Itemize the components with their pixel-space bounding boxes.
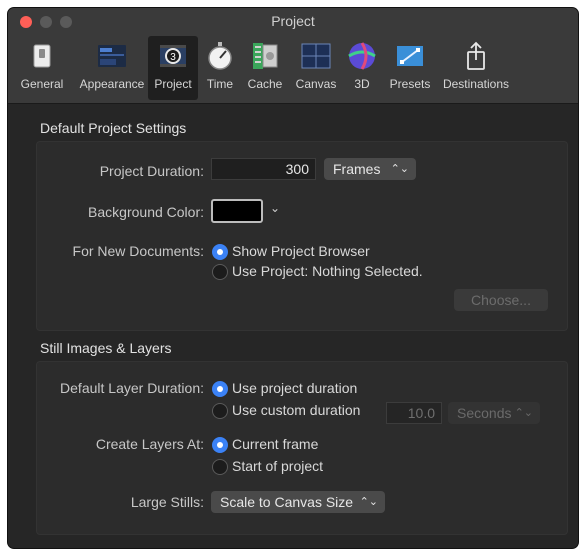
canvas-icon [301,43,331,69]
large-stills-value: Scale to Canvas Size [220,494,354,510]
share-icon [467,41,485,70]
background-color-swatch[interactable] [211,199,263,223]
tab-3d-label: 3D [354,77,370,91]
title-bar: Project General Appearance 3 Project Tim… [8,8,578,104]
section-title-default-project: Default Project Settings [40,120,187,136]
option-current-frame: Current frame [232,436,319,452]
radio-use-project-duration[interactable] [212,381,228,397]
layer-duration-label: Default Layer Duration: [60,380,204,396]
radio-start-of-project[interactable] [212,459,228,475]
sphere-icon [348,42,376,70]
custom-duration-field[interactable]: 10.0 [386,402,442,424]
project-icon: 3 [160,45,186,67]
tab-3d[interactable]: 3D [344,36,380,100]
custom-unit-popup[interactable]: Seconds ⌃⌄ [448,402,540,424]
svg-text:3: 3 [170,52,176,63]
chevron-down-icon[interactable]: ⌄ [270,201,280,215]
option-show-project-browser: Show Project Browser [232,243,370,259]
create-layers-at-label: Create Layers At: [95,436,204,452]
preferences-toolbar: General Appearance 3 Project Time Cache … [8,36,578,102]
large-stills-popup[interactable]: Scale to Canvas Size ⌃⌄ [211,491,385,513]
tab-presets[interactable]: Presets [384,36,436,100]
tab-presets-label: Presets [389,77,431,91]
tab-time-label: Time [206,77,234,91]
preferences-window: Project General Appearance 3 Project Tim… [8,8,578,548]
project-duration-field[interactable]: 300 [211,158,316,180]
section-title-still-images: Still Images & Layers [40,340,172,356]
option-use-project: Use Project: Nothing Selected. [232,263,423,279]
updown-chevron-icon: ⌃⌄ [359,496,378,508]
switch-icon [33,44,51,68]
tab-destinations-label: Destinations [442,77,510,91]
large-stills-label: Large Stills: [130,494,204,510]
tab-general[interactable]: General [12,36,72,100]
radio-current-frame[interactable] [212,437,228,453]
duration-unit-value: Frames [333,161,381,177]
background-color-label: Background Color: [88,204,204,220]
duration-unit-popup[interactable]: Frames ⌃⌄ [324,158,416,180]
presets-icon [397,46,423,66]
tab-appearance[interactable]: Appearance [72,36,152,100]
new-documents-label: For New Documents: [72,243,204,259]
tab-appearance-label: Appearance [79,77,145,91]
option-start-of-project: Start of project [232,458,324,474]
cache-icon [253,43,278,69]
tab-canvas[interactable]: Canvas [290,36,342,100]
tab-cache[interactable]: Cache [242,36,288,100]
appearance-icon [98,45,126,67]
choose-button[interactable]: Choose... [454,289,548,311]
radio-show-project-browser[interactable] [212,244,228,260]
window-title: Project [271,13,315,29]
updown-chevron-icon: ⌃⌄ [390,163,409,175]
tab-general-label: General [20,77,64,91]
radio-use-custom-duration[interactable] [212,403,228,419]
option-use-custom-duration: Use custom duration [232,402,361,418]
tab-destinations[interactable]: Destinations [436,36,516,100]
tab-time[interactable]: Time [200,36,240,100]
custom-unit-value: Seconds [457,405,512,421]
project-duration-label: Project Duration: [99,163,204,179]
stopwatch-icon [208,42,232,70]
tab-cache-label: Cache [247,77,283,91]
radio-use-project[interactable] [212,264,228,280]
updown-chevron-icon: ⌃⌄ [514,407,533,419]
tab-project[interactable]: 3 Project [148,36,198,100]
tab-project-label: Project [154,77,192,91]
option-use-project-duration: Use project duration [232,380,358,396]
tab-canvas-label: Canvas [295,77,337,91]
